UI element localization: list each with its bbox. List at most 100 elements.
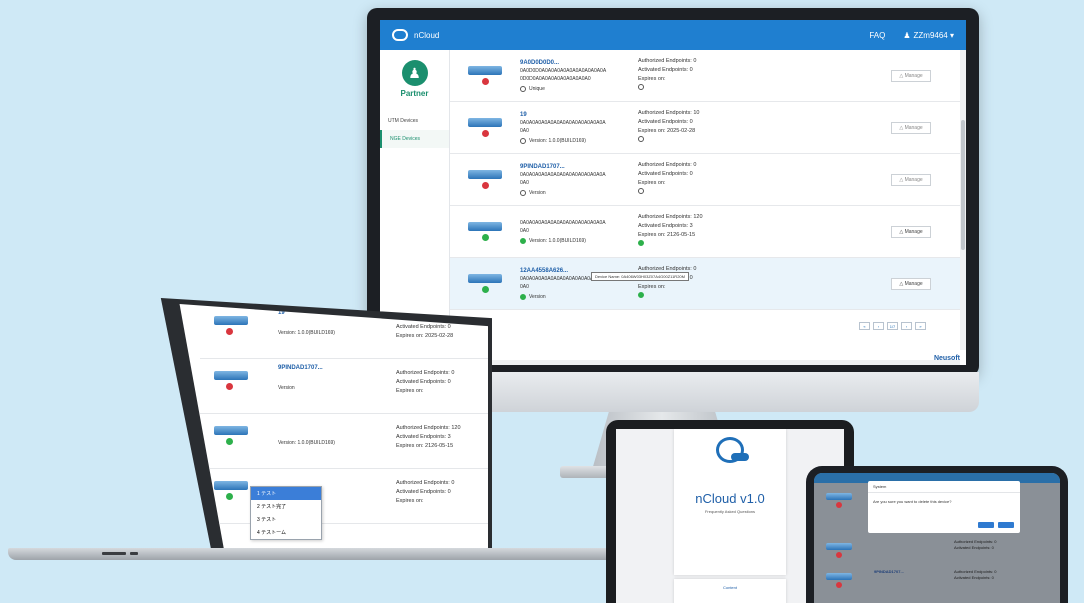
horizontal-scrollbar[interactable]: [450, 360, 960, 365]
user-icon: ♟: [903, 30, 911, 40]
endpoints-info: Authorized Endpoints: 0 Activated Endpoin…: [396, 369, 454, 396]
device-title[interactable]: 9PINDAD1707...: [278, 365, 323, 371]
document-subtitle: Frequently Asked Questions: [704, 509, 756, 514]
device-model: 0A0: [520, 283, 529, 290]
expires-on: Expires on: 2025-02-28: [396, 333, 454, 339]
device-info: 9A0D0D0D0... 0A0D0D0A0A0A0A0A0A0A0A0A0A0A…: [520, 59, 638, 93]
language-dropdown[interactable]: 1 テスト 2 テスト完了 3 テスト 4 テストーム: [250, 486, 322, 540]
device-version: Version: [529, 293, 546, 300]
port-icon: [130, 552, 138, 555]
table-row: Authorized Endpoints: 0 Activated Endpoin…: [200, 469, 488, 524]
dialog-title: System: [868, 481, 1020, 493]
menu-item[interactable]: 2 テスト完了: [251, 500, 321, 513]
license-status-icon: [638, 188, 644, 194]
table-row: 12AA4558A626... 0A0A0A0A0A0A0A0A0A0A0A0A0…: [450, 258, 966, 310]
device-icon: [214, 426, 248, 435]
status-icon: [481, 286, 489, 293]
device-serial: 0A0A0A0A0A0A0A0A0A0A0A0A0A0A: [520, 219, 606, 226]
app-logo[interactable]: nCloud: [392, 29, 439, 41]
activated-endpoints: Activated Endpoints: 0: [638, 119, 693, 125]
menu-item[interactable]: 1 テスト: [251, 487, 321, 500]
manage-button[interactable]: △ Manage: [891, 277, 931, 290]
endpoints-info: Authorized Endpoints: 120 Activated Endpo…: [638, 213, 718, 250]
sidebar-item-nge-devices[interactable]: NGE Devices: [380, 130, 449, 148]
device-title[interactable]: 9PINDAD1707...: [520, 163, 638, 171]
device-info: 9PINDAD1707... 0A0A0A0A0A0A0A0A0A0A0A0A0A…: [520, 163, 638, 197]
device-serial: 0A0A0A0A0A0A0A0A0A0A0A0A0A0A: [520, 119, 606, 126]
device-list: 9A0D0D0D0... 0A0D0D0A0A0A0A0A0A0A0A0A0A0A…: [450, 50, 966, 365]
endpoints-info: Authorized Endpoints: 0 Activated Endpoin…: [638, 161, 718, 198]
device-icon: [468, 118, 502, 127]
first-page-button[interactable]: «: [859, 322, 870, 330]
dialog-message: Are you sure you want to delete this dev…: [873, 499, 952, 504]
authorized-endpoints: Authorized Endpoints: 0: [638, 162, 697, 168]
expires-on: Expires on: 2126-05-15: [396, 443, 454, 449]
manage-label: Manage: [904, 280, 923, 287]
status-error-icon: [836, 552, 842, 558]
device-info: 0A0A0A0A0A0A0A0A0A0A0A0A0A0A 0A0 Version: …: [520, 219, 638, 245]
last-page-button[interactable]: »: [915, 322, 926, 330]
table-row: 9PINDAD1707... 0A0A0A0A0A0A0A0A0A0A0A0A0A…: [450, 154, 966, 206]
license-status-icon: [638, 84, 644, 90]
phone-device: Authorized Endpoints: 0 Activated Endpoi…: [806, 466, 1068, 603]
next-page-button[interactable]: ›: [901, 322, 912, 330]
license-status-icon: [638, 292, 644, 298]
device-version: Version: 1.0.0(BUILD169): [529, 137, 586, 144]
device-model: 0D0D0A0A0A0A0A0A0A0A0A0: [520, 75, 591, 82]
expires-on: Expires on:: [638, 180, 666, 186]
manage-button[interactable]: △ Manage: [891, 69, 931, 82]
device-version: Version: [529, 189, 546, 196]
device-serial: 0A0D0D0A0A0A0A0A0A0A0A0A0A0A: [520, 67, 607, 74]
dialog-cancel-button[interactable]: [998, 522, 1014, 528]
device-title[interactable]: 19: [520, 111, 638, 119]
authorized-endpoints: Authorized Endpoints: 10: [638, 110, 700, 116]
device-version: Version: 1.0.0(BUILD169): [278, 330, 335, 336]
expires-on: Expires on: 2126-05-15: [638, 232, 696, 238]
manage-button[interactable]: △ Manage: [891, 121, 931, 134]
phone-screen: Authorized Endpoints: 0 Activated Endpoi…: [814, 473, 1060, 603]
table-row: 9A0D0D0D0... 0A0D0D0A0A0A0A0A0A0A0A0A0A0A…: [450, 50, 966, 102]
faq-document-cover: nCloud v1.0 Frequently Asked Questions: [674, 429, 786, 575]
laptop-screen: 19Version: 1.0.0(BUILD169)Authorized End…: [179, 304, 488, 550]
device-version: Unique: [529, 85, 545, 92]
table-row: 19 0A0A0A0A0A0A0A0A0A0A0A0A0A0A 0A0 Version…: [450, 102, 966, 154]
device-title[interactable]: 9A0D0D0D0...: [520, 59, 638, 67]
device-model: 0A0: [520, 179, 529, 186]
table-row: Version: 1.0.0(BUILD169) Authorized Endpo…: [200, 414, 488, 469]
device-cell: [450, 66, 520, 85]
status-error-icon: [836, 582, 842, 588]
pagination: « ‹ 1/7 › »: [859, 322, 926, 330]
status-icon: [481, 130, 489, 137]
app-name: nCloud: [414, 30, 440, 40]
expires-on: Expires on:: [396, 498, 424, 504]
authorized-endpoints: Authorized Endpoints: 120: [638, 214, 703, 220]
status-error-icon: [836, 502, 842, 508]
expires-on: Expires on:: [396, 388, 424, 394]
version-status-icon: [520, 189, 526, 196]
device-name-tooltip: Device Name: 0A406W03H03Z07A4G00Z11R20M: [591, 272, 689, 281]
table-row: 9PINDAD1707... Version Authorized Endpoint…: [200, 359, 488, 414]
endpoints-info: Authorized Endpoints: 10 Activated Endpoi…: [638, 109, 718, 146]
manage-label: Manage: [904, 72, 923, 79]
page-indicator: 1/7: [887, 322, 898, 330]
user-menu[interactable]: ♟ ZZm9464 ▾: [903, 31, 954, 40]
dialog-ok-button[interactable]: [978, 522, 994, 528]
manage-button[interactable]: △ Manage: [891, 225, 931, 238]
usb-port-icon: [102, 552, 126, 555]
device-cell: [450, 170, 520, 189]
manage-label: Manage: [904, 228, 923, 235]
device-title[interactable]: 9PINDAD1707...: [874, 569, 904, 574]
authorized-endpoints: Authorized Endpoints: 0: [396, 480, 455, 486]
device-icon: [826, 493, 852, 500]
manage-button[interactable]: △ Manage: [891, 173, 931, 186]
endpoints-info: Authorized Endpoints: 0 Activated Endpoin…: [638, 57, 718, 94]
menu-item[interactable]: 4 テストーム: [251, 526, 321, 539]
vertical-scrollbar[interactable]: [960, 50, 966, 350]
prev-page-button[interactable]: ‹: [873, 322, 884, 330]
faq-link[interactable]: FAQ: [869, 31, 885, 40]
sidebar-item-utm-devices[interactable]: UTM Devices: [380, 112, 449, 130]
menu-item[interactable]: 3 テスト: [251, 513, 321, 526]
device-icon: [468, 170, 502, 179]
status-icon: [226, 328, 233, 335]
activated-endpoints: Activated Endpoints: 0: [396, 489, 451, 495]
